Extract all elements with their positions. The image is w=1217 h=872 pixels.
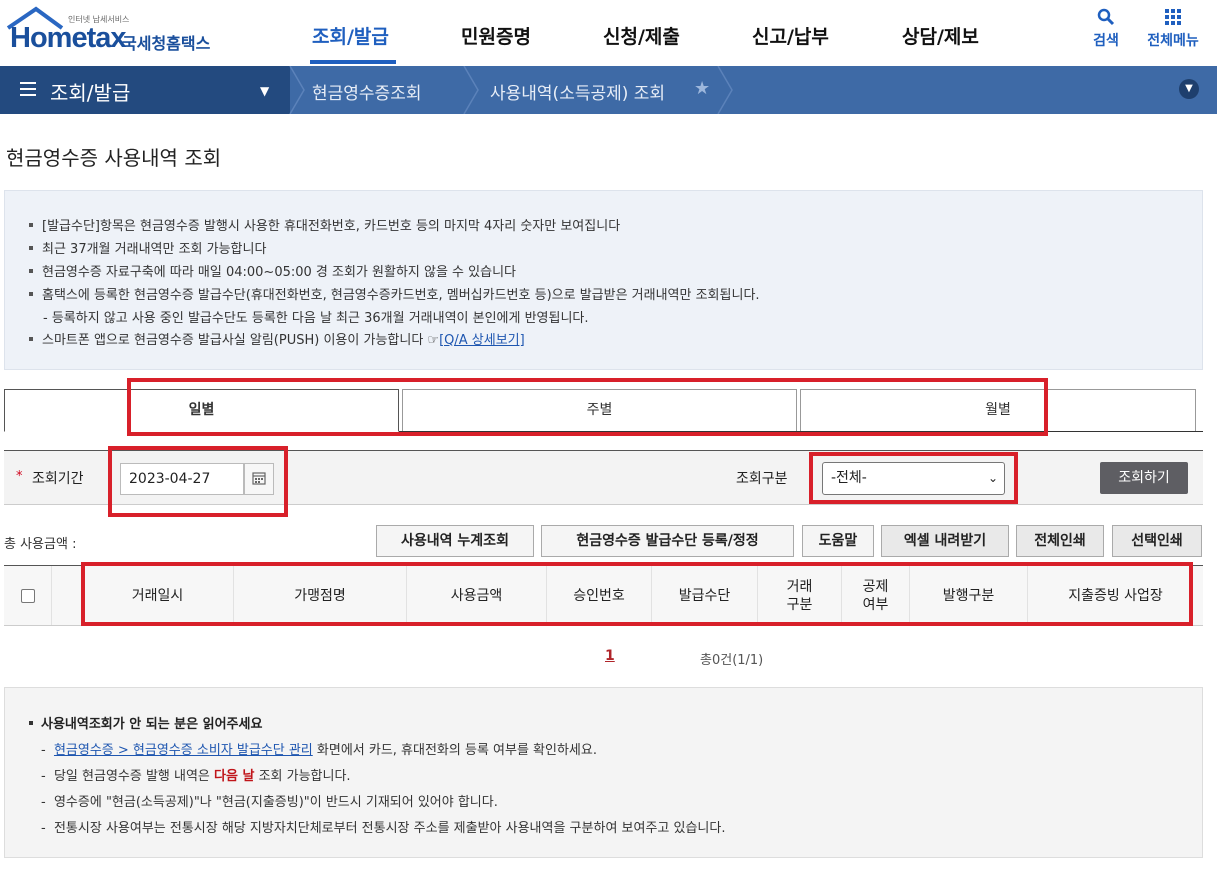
notice-item: 스마트폰 앱으로 현금영수증 발급사실 알림(PUSH) 이용이 가능합니다 ☞… xyxy=(29,329,525,348)
breadcrumb-separator-icon xyxy=(717,66,733,114)
top-header: 인터넷 납세서비스 Hometax 국세청홈택스 조회/발급 민원증명 신청/제… xyxy=(0,0,1217,66)
hamburger-icon xyxy=(20,82,36,96)
guide-title: 사용내역조회가 안 되는 분은 읽어주세요 xyxy=(29,713,262,732)
th-expense-business: 지출증빙 사업장 xyxy=(1068,587,1163,604)
register-method-button[interactable]: 현금영수증 발급수단 등록/정정 xyxy=(541,525,794,557)
search-icon xyxy=(1097,8,1115,26)
gnb-civil-cert[interactable]: 민원증명 xyxy=(461,22,531,49)
hometax-logo[interactable]: 인터넷 납세서비스 Hometax 국세청홈택스 xyxy=(4,6,234,56)
guide-item: - 영수증에 "현금(소득공제)"나 "현금(지출증빙)"이 반드시 기재되어 … xyxy=(41,795,498,810)
select-all-checkbox[interactable] xyxy=(20,588,35,603)
tab-daily[interactable]: 일별 xyxy=(4,389,399,432)
grid-menu-icon xyxy=(1165,9,1181,25)
search-submit-button[interactable]: 조회하기 xyxy=(1100,462,1188,494)
gubun-selected-value: -전체- xyxy=(831,470,867,486)
breadcrumb-separator-icon xyxy=(289,66,305,114)
page-link[interactable]: 1 xyxy=(605,648,615,664)
gubun-select[interactable]: -전체- ⌄ xyxy=(822,462,1005,495)
next-day-emphasis: 다음 날 xyxy=(214,769,255,784)
th-issue-method: 발급수단 xyxy=(652,566,758,625)
th-transaction-type: 거래 구분 xyxy=(758,566,842,625)
guide-box: 사용내역조회가 안 되는 분은 읽어주세요 - 현금영수증 > 현금영수증 소비… xyxy=(4,687,1203,858)
method-manage-link[interactable]: 현금영수증 > 현금영수증 소비자 발급수단 관리 xyxy=(54,743,313,758)
breadcrumb-usage-history[interactable]: 사용내역(소득공제) 조회 xyxy=(490,79,665,104)
th-transaction-datetime: 거래일시 xyxy=(82,566,234,625)
tab-monthly[interactable]: 월별 xyxy=(800,389,1196,431)
gnb-apply-submit[interactable]: 신청/제출 xyxy=(603,22,680,49)
menu-dropdown[interactable]: 조회/발급 ▼ xyxy=(0,66,290,114)
caret-down-icon: ▼ xyxy=(260,84,270,98)
help-button[interactable]: 도움말 xyxy=(802,525,874,557)
th-deduction: 공제 여부 xyxy=(842,566,910,625)
period-tabs: 일별 주별 월별 xyxy=(4,389,1203,432)
favorite-star-icon[interactable]: ★ xyxy=(694,78,710,99)
date-input[interactable]: 2023-04-27 xyxy=(120,463,244,495)
breadcrumb-cash-receipt[interactable]: 현금영수증조회 xyxy=(312,79,421,104)
gubun-label: 조회구분 xyxy=(736,471,788,487)
blank-header-cell xyxy=(52,566,82,625)
th-merchant-name: 가맹점명 xyxy=(234,566,407,625)
th-approval-number: 승인번호 xyxy=(547,566,652,625)
page-title: 현금영수증 사용내역 조회 xyxy=(6,146,222,170)
result-count: 총0건(1/1) xyxy=(700,653,764,668)
menu-label: 조회/발급 xyxy=(50,81,131,105)
notice-item: 최근 37개월 거래내역만 조회 가능합니다 xyxy=(29,238,266,257)
gnb-inquiry-issue[interactable]: 조회/발급 xyxy=(312,22,389,49)
gnb-consult[interactable]: 상담/제보 xyxy=(902,22,979,49)
notice-box: [발급수단]항목은 현금영수증 발행시 사용한 휴대전화번호, 카드번호 등의 … xyxy=(4,190,1203,370)
search-conditions: * 조회기간 2023-04-27 조회구분 -전체- ⌄ 조회하기 xyxy=(4,450,1203,505)
chevron-down-icon: ⌄ xyxy=(987,471,998,485)
notice-item: 현금영수증 자료구축에 따라 매일 04:00~05:00 경 조회가 원활하지… xyxy=(29,261,516,280)
logo-text: Hometax xyxy=(10,22,126,54)
guide-item: - 전통시장 사용여부는 전통시장 해당 지방자치단체로부터 전통시장 주소를 … xyxy=(41,821,726,836)
required-mark: * xyxy=(16,469,23,484)
excel-download-button[interactable]: 엑셀 내려받기 xyxy=(881,525,1009,557)
search-button[interactable]: 검색 xyxy=(1088,8,1124,50)
period-label: 조회기간 xyxy=(32,471,84,487)
guide-item: - 현금영수증 > 현금영수증 소비자 발급수단 관리 화면에서 카드, 휴대전… xyxy=(41,743,597,758)
print-all-button[interactable]: 전체인쇄 xyxy=(1016,525,1104,557)
qa-detail-link[interactable]: [Q/A 상세보기] xyxy=(439,333,525,348)
notice-subitem: - 등록하지 않고 사용 중인 발급수단도 등록한 다음 날 최근 36개월 거… xyxy=(43,311,589,326)
tab-weekly[interactable]: 주별 xyxy=(402,389,797,431)
notice-item: 홈택스에 등록한 현금영수증 발급수단(휴대전화번호, 현금영수증카드번호, 멤… xyxy=(29,284,760,303)
gnb-report-pay[interactable]: 신고/납부 xyxy=(752,22,829,49)
calendar-icon[interactable] xyxy=(244,463,274,495)
search-label: 검색 xyxy=(1093,33,1119,49)
breadcrumb-bar: 조회/발급 ▼ 현금영수증조회 사용내역(소득공제) 조회 ★ ▼ xyxy=(0,66,1217,114)
all-menu-label: 전체메뉴 xyxy=(1147,33,1199,49)
all-menu-button[interactable]: 전체메뉴 xyxy=(1140,8,1206,50)
logo-brand: 국세청홈택스 xyxy=(122,34,211,53)
gnb-active-underline xyxy=(310,60,396,64)
th-issue-type: 발행구분 xyxy=(910,566,1028,625)
cumulative-inquiry-button[interactable]: 사용내역 누계조회 xyxy=(376,525,534,557)
print-selected-button[interactable]: 선택인쇄 xyxy=(1112,525,1202,557)
result-table-header: 거래일시 가맹점명 사용금액 승인번호 발급수단 거래 구분 공제 여부 발행구… xyxy=(4,565,1203,626)
th-amount: 사용금액 xyxy=(407,566,547,625)
total-amount-label: 총 사용금액 : xyxy=(4,537,77,552)
expand-chevron-icon[interactable]: ▼ xyxy=(1179,79,1199,99)
notice-item: [발급수단]항목은 현금영수증 발행시 사용한 휴대전화번호, 카드번호 등의 … xyxy=(29,215,620,234)
breadcrumb-separator-icon xyxy=(463,66,479,114)
select-all-cell xyxy=(4,566,52,625)
guide-item: - 당일 현금영수증 발행 내역은 다음 날 조회 가능합니다. xyxy=(41,769,351,784)
